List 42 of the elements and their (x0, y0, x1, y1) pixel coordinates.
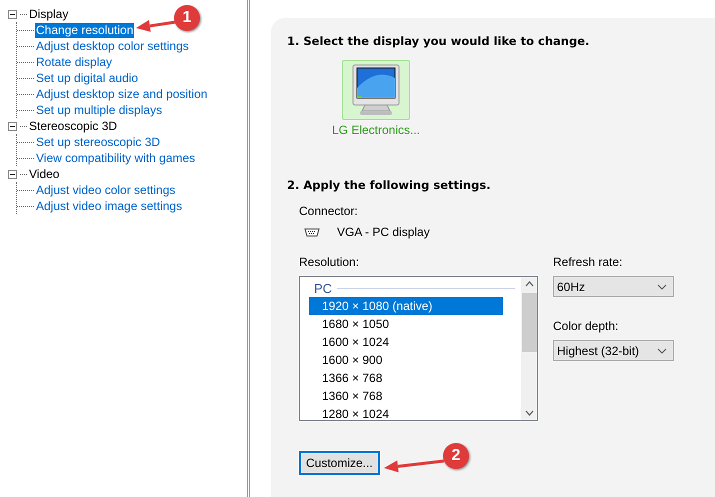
collapse-icon[interactable] (8, 10, 17, 18)
resolution-option[interactable]: 1680 × 1050 (309, 315, 503, 333)
section-title: 2. Apply the following settings. (287, 178, 492, 192)
refresh-rate-dropdown[interactable]: 60Hz (553, 276, 674, 297)
tree-item[interactable]: Set up multiple displays (35, 102, 164, 118)
tree-item[interactable]: Adjust desktop size and position (35, 86, 208, 102)
resolution-option[interactable]: 1600 × 1024 (309, 333, 503, 351)
resolution-option[interactable]: 1280 × 1024 (309, 405, 503, 420)
field-label: Resolution: (299, 255, 360, 269)
chevron-down-icon (657, 284, 667, 290)
resolution-option[interactable]: 1366 × 768 (309, 369, 503, 387)
section-title: 1. Select the display you would like to change. (287, 34, 590, 48)
resolution-list[interactable]: PC 1920 × 1080 (native) 1680 × 1050 1600 × 1024 1600 × 900 1366 × 768 1360 × 768 1280 × 1024 (299, 276, 538, 421)
field-label: Refresh rate: (553, 255, 624, 269)
scrollbar-thumb[interactable] (522, 293, 536, 352)
tree-item[interactable]: Adjust desktop color settings (35, 38, 190, 54)
tree-item[interactable]: Adjust video color settings (35, 182, 176, 198)
collapse-icon[interactable] (8, 170, 17, 178)
tree-group-label[interactable]: Video (28, 166, 60, 182)
field-label: Connector: (299, 204, 359, 218)
vga-port-icon (304, 228, 320, 236)
tree-group-label[interactable]: Display (28, 6, 70, 22)
tree-group-label[interactable]: Stereoscopic 3D (28, 118, 118, 134)
tree-item[interactable]: View compatibility with games (35, 150, 196, 166)
resolution-option[interactable]: 1920 × 1080 (native) (309, 297, 503, 315)
chevron-down-icon (657, 348, 667, 354)
list-group-header: PC (314, 281, 332, 296)
tree-item[interactable]: Adjust video image settings (35, 198, 184, 214)
tree-item[interactable]: Set up stereoscopic 3D (35, 134, 162, 150)
scrollbar[interactable] (521, 277, 537, 420)
connector-name: VGA - PC display (337, 225, 430, 239)
field-label: Color depth: (553, 319, 620, 333)
tree-item[interactable]: Rotate display (35, 54, 114, 70)
customize-button[interactable]: Customize... (299, 451, 380, 475)
display-tile[interactable] (342, 60, 410, 120)
resolution-option[interactable]: 1600 × 900 (309, 351, 503, 369)
color-depth-dropdown[interactable]: Highest (32-bit) (553, 340, 674, 361)
tree-item[interactable]: Change resolution (35, 22, 134, 38)
monitor-icon (351, 63, 401, 117)
tree-item[interactable]: Set up digital audio (35, 70, 140, 86)
collapse-icon[interactable] (8, 122, 17, 130)
resolution-option[interactable]: 1360 × 768 (309, 387, 503, 405)
